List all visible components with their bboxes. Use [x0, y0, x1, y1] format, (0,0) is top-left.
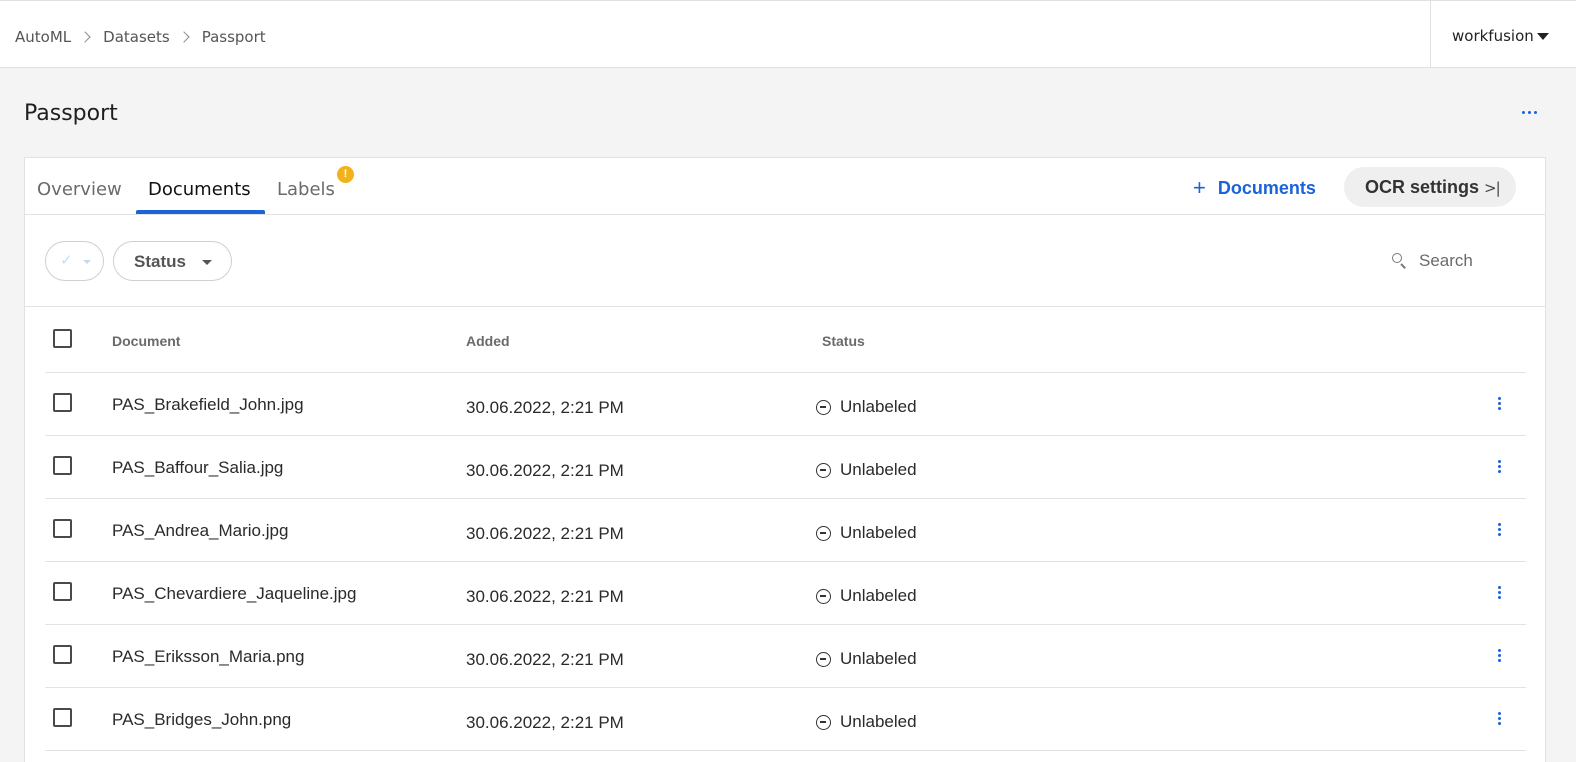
search-box[interactable]	[1391, 249, 1511, 273]
caret-down-icon	[202, 260, 212, 265]
ocr-settings-button[interactable]: OCR settings >|	[1344, 167, 1516, 207]
status-filter-dropdown[interactable]: Status	[113, 241, 232, 281]
more-horizontal-icon	[1522, 111, 1525, 114]
row-menu-button[interactable]	[1497, 711, 1503, 727]
more-vertical-icon	[1498, 397, 1501, 400]
minus-circle-icon	[816, 714, 831, 730]
tab-labels[interactable]: Labels	[277, 179, 335, 200]
table-row[interactable]: PAS_Baffour_Salia.jpg 30.06.2022, 2:21 P…	[45, 436, 1526, 499]
row-menu-button[interactable]	[1497, 459, 1503, 475]
more-vertical-icon	[1498, 460, 1501, 463]
user-name: workfusion	[1452, 27, 1534, 45]
search-input[interactable]	[1419, 249, 1509, 273]
status-text: Unlabeled	[840, 397, 917, 416]
added-date: 30.06.2022, 2:21 PM	[466, 398, 624, 417]
selection-filter-dropdown[interactable]: ✓	[45, 241, 104, 281]
table-row[interactable]: PAS_Eriksson_Maria.png 30.06.2022, 2:21 …	[45, 625, 1526, 688]
breadcrumb-item-datasets[interactable]: Datasets	[103, 28, 170, 46]
select-all-checkbox[interactable]	[53, 329, 72, 348]
status-cell: Unlabeled	[816, 712, 917, 732]
status-text: Unlabeled	[840, 712, 917, 731]
added-date: 30.06.2022, 2:21 PM	[466, 713, 624, 732]
added-date: 30.06.2022, 2:21 PM	[466, 524, 624, 543]
status-cell: Unlabeled	[816, 649, 917, 669]
column-header-document[interactable]: Document	[112, 333, 180, 349]
added-date: 30.06.2022, 2:21 PM	[466, 650, 624, 669]
document-name[interactable]: PAS_Eriksson_Maria.png	[112, 647, 304, 667]
row-checkbox[interactable]	[53, 456, 72, 475]
breadcrumb-item-automl[interactable]: AutoML	[15, 28, 71, 46]
row-menu-button[interactable]	[1497, 396, 1503, 412]
document-name[interactable]: PAS_Brakefield_John.jpg	[112, 395, 304, 415]
table-header: Document Added Status	[45, 307, 1526, 373]
more-vertical-icon	[1498, 649, 1501, 652]
status-cell: Unlabeled	[816, 460, 917, 480]
minus-circle-icon	[816, 525, 831, 541]
document-name[interactable]: PAS_Chevardiere_Jaqueline.jpg	[112, 584, 356, 604]
document-name[interactable]: PAS_Andrea_Mario.jpg	[112, 521, 288, 541]
table-row[interactable]: PAS_Andrea_Mario.jpg 30.06.2022, 2:21 PM…	[45, 499, 1526, 562]
minus-circle-icon	[816, 399, 831, 415]
user-menu[interactable]: workfusion	[1430, 1, 1576, 68]
plus-icon: +	[1193, 175, 1206, 200]
minus-circle-icon	[816, 462, 831, 478]
caret-down-icon	[1537, 33, 1549, 40]
chevron-right-icon	[79, 31, 91, 43]
document-name[interactable]: PAS_Baffour_Salia.jpg	[112, 458, 283, 478]
top-bar: AutoML Datasets Passport workfusion	[0, 0, 1576, 68]
more-vertical-icon	[1498, 586, 1501, 589]
status-cell: Unlabeled	[816, 523, 917, 543]
minus-circle-icon	[816, 651, 831, 667]
status-text: Unlabeled	[840, 460, 917, 479]
page-title: Passport	[24, 101, 118, 126]
status-text: Unlabeled	[840, 586, 917, 605]
table-row[interactable]: PAS_Brakefield_John.jpg 30.06.2022, 2:21…	[45, 373, 1526, 436]
more-vertical-icon	[1498, 523, 1501, 526]
search-icon	[1391, 252, 1407, 269]
tab-documents[interactable]: Documents	[148, 179, 251, 200]
status-cell: Unlabeled	[816, 586, 917, 606]
breadcrumb: AutoML Datasets Passport	[15, 28, 266, 46]
row-menu-button[interactable]	[1497, 585, 1503, 601]
active-tab-indicator	[136, 210, 265, 214]
ocr-settings-label: OCR settings	[1365, 177, 1480, 197]
document-name[interactable]: PAS_Bridges_John.png	[112, 710, 291, 730]
check-icon: ✓	[60, 251, 73, 269]
filter-bar: ✓ Status	[25, 215, 1545, 307]
status-text: Unlabeled	[840, 523, 917, 542]
status-cell: Unlabeled	[816, 397, 917, 417]
added-date: 30.06.2022, 2:21 PM	[466, 587, 624, 606]
row-checkbox[interactable]	[53, 519, 72, 538]
more-vertical-icon	[1498, 712, 1501, 715]
minus-circle-icon	[816, 588, 831, 604]
status-filter-label: Status	[134, 252, 186, 271]
breadcrumb-item-current: Passport	[201, 28, 266, 46]
row-menu-button[interactable]	[1497, 648, 1503, 664]
documents-card: Overview Documents Labels ! + Documents …	[24, 157, 1546, 762]
tab-bar: Overview Documents Labels ! + Documents …	[25, 158, 1545, 215]
tab-overview[interactable]: Overview	[37, 179, 122, 200]
row-checkbox[interactable]	[53, 645, 72, 664]
row-checkbox[interactable]	[53, 393, 72, 412]
column-header-status[interactable]: Status	[822, 333, 865, 349]
row-menu-button[interactable]	[1497, 522, 1503, 538]
table-row[interactable]: PAS_Bridges_John.png 30.06.2022, 2:21 PM…	[45, 688, 1526, 751]
added-date: 30.06.2022, 2:21 PM	[466, 461, 624, 480]
column-header-added[interactable]: Added	[466, 333, 510, 349]
row-checkbox[interactable]	[53, 582, 72, 601]
row-checkbox[interactable]	[53, 708, 72, 727]
warning-badge: !	[337, 166, 354, 183]
chevron-right-icon	[178, 31, 190, 43]
caret-down-icon	[83, 260, 91, 264]
add-documents-button[interactable]: + Documents	[1193, 177, 1316, 199]
add-documents-label: Documents	[1217, 177, 1316, 198]
table-row[interactable]: PAS_Chevardiere_Jaqueline.jpg 30.06.2022…	[45, 562, 1526, 625]
documents-table: Document Added Status PAS_Brakefield_Joh…	[45, 307, 1526, 751]
status-text: Unlabeled	[840, 649, 917, 668]
more-actions-button[interactable]	[1522, 104, 1540, 120]
collapse-panel-icon: >|	[1484, 179, 1501, 197]
